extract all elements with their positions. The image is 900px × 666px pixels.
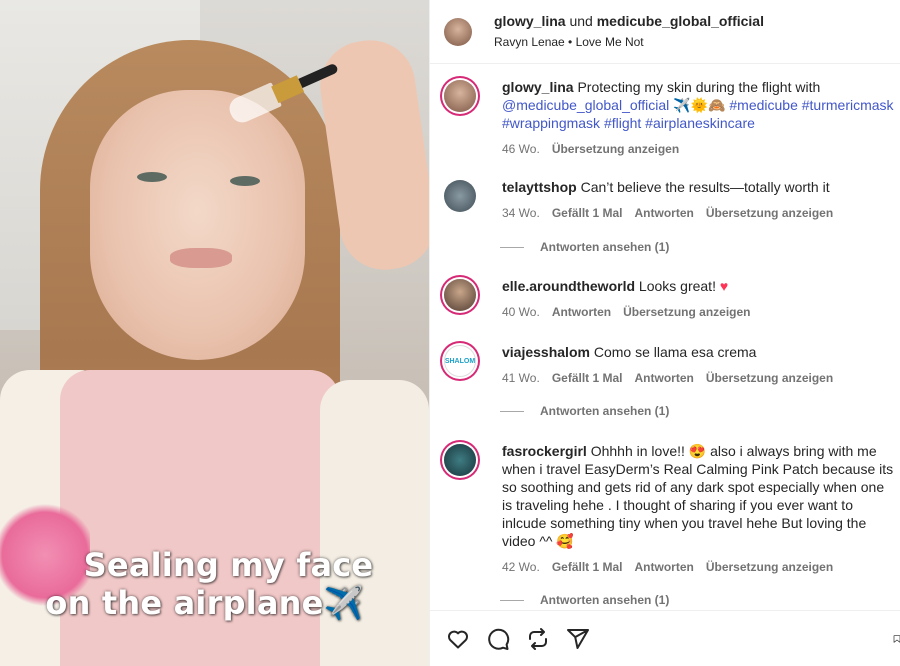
reply-button[interactable]: Antworten bbox=[635, 204, 694, 222]
comment-username[interactable]: elle.aroundtheworld bbox=[502, 278, 635, 294]
likes-count[interactable]: Gefällt 1 Mal bbox=[552, 558, 623, 576]
author-avatar[interactable] bbox=[444, 17, 472, 46]
face bbox=[90, 90, 305, 360]
bookmark-icon[interactable] bbox=[893, 627, 900, 651]
comment-age: 34 Wo. bbox=[502, 206, 540, 220]
lips bbox=[170, 248, 232, 268]
comment-text-line6: video ^^ 🥰 bbox=[502, 533, 574, 549]
share-icon[interactable] bbox=[566, 627, 590, 651]
translate-button[interactable]: Übersetzung anzeigen bbox=[706, 369, 833, 387]
view-replies-button[interactable]: Antworten ansehen (1) bbox=[500, 593, 669, 607]
video-caption-line1: Sealing my face bbox=[83, 546, 374, 584]
heart-icon[interactable] bbox=[446, 627, 470, 651]
caption-comment: glowy_lina Protecting my skin during the… bbox=[444, 78, 894, 158]
post-video[interactable]: Sealing my face on the airplane✈️ bbox=[0, 0, 429, 666]
comment-username[interactable]: fasrockergirl bbox=[502, 443, 587, 459]
avatar[interactable] bbox=[444, 180, 476, 212]
audio-link[interactable]: Ravyn Lenae • Love Me Not bbox=[494, 34, 764, 50]
likes-count[interactable]: Gefällt 1 Mal bbox=[552, 204, 623, 222]
post-header: glowy_lina und medicube_global_official … bbox=[430, 0, 900, 64]
comment-age: 41 Wo. bbox=[502, 371, 540, 385]
likes-count[interactable]: Gefällt 1 Mal bbox=[552, 369, 623, 387]
author-names: glowy_lina und medicube_global_official bbox=[494, 12, 764, 31]
comment-age: 46 Wo. bbox=[502, 142, 540, 156]
comments-list[interactable]: glowy_lina Protecting my skin during the… bbox=[430, 64, 900, 610]
comment-age: 42 Wo. bbox=[502, 560, 540, 574]
right-eye bbox=[230, 176, 260, 186]
reply-button[interactable]: Antworten bbox=[635, 369, 694, 387]
comment-item: elle.aroundtheworld Looks great! ♥ 40 Wo… bbox=[444, 277, 894, 321]
post-actions bbox=[430, 610, 900, 666]
repost-icon[interactable] bbox=[526, 627, 550, 651]
comment-username[interactable]: viajesshalom bbox=[502, 344, 590, 360]
translate-button[interactable]: Übersetzung anzeigen bbox=[623, 303, 750, 321]
comment-username[interactable]: glowy_lina bbox=[502, 79, 574, 95]
hashtags-line1[interactable]: #medicube #turmericmask bbox=[729, 97, 893, 113]
comment-text: Como se llama esa crema bbox=[593, 344, 757, 360]
comment-text-line1: Ohhhh in love!! 😍 also i always bring wi… bbox=[590, 443, 877, 459]
author-connector: und bbox=[565, 13, 597, 30]
avatar[interactable]: SHALOM bbox=[444, 345, 476, 377]
avatar[interactable] bbox=[444, 444, 476, 476]
view-replies-button[interactable]: Antworten ansehen (1) bbox=[500, 404, 669, 418]
translate-button[interactable]: Übersetzung anzeigen bbox=[706, 204, 833, 222]
comment-text-line2: when i travel EasyDerm’s Real Calming Pi… bbox=[502, 461, 894, 477]
translate-button[interactable]: Übersetzung anzeigen bbox=[706, 558, 833, 576]
comment-text-line4: is traveling hehe . I thought of sharing… bbox=[502, 497, 853, 513]
post-sidebar: glowy_lina und medicube_global_official … bbox=[429, 0, 900, 666]
video-caption-line2: on the airplane✈️ bbox=[45, 584, 364, 622]
comment-username[interactable]: telayttshop bbox=[502, 179, 577, 195]
translate-button[interactable]: Übersetzung anzeigen bbox=[552, 140, 679, 158]
reply-button[interactable]: Antworten bbox=[552, 303, 611, 321]
author-username-link[interactable]: glowy_lina bbox=[494, 13, 566, 29]
view-replies-button[interactable]: Antworten ansehen (1) bbox=[500, 240, 669, 254]
post-viewer: Sealing my face on the airplane✈️ glowy_… bbox=[0, 0, 900, 666]
heart-emoji-icon: ♥ bbox=[719, 278, 729, 294]
comment-text-line3: so soothing and gets rid of any dark spo… bbox=[502, 479, 885, 495]
comment-text: Looks great! bbox=[638, 278, 716, 294]
comment-emoji: ✈️🌞🙈 bbox=[673, 97, 726, 113]
mention-link[interactable]: @medicube_global_official bbox=[502, 97, 669, 113]
comment-icon[interactable] bbox=[486, 627, 510, 651]
comment-age: 40 Wo. bbox=[502, 305, 540, 319]
reply-button[interactable]: Antworten bbox=[635, 558, 694, 576]
comment-text: Can’t believe the results—totally worth … bbox=[580, 179, 830, 195]
avatar[interactable] bbox=[444, 80, 476, 112]
cardigan-right bbox=[320, 380, 429, 666]
collab-username-link[interactable]: medicube_global_official bbox=[597, 13, 764, 29]
avatar[interactable] bbox=[444, 279, 476, 311]
comment-item: telayttshop Can’t believe the results—to… bbox=[444, 178, 894, 222]
comment-text-line5: inlcude something tiny when you travel h… bbox=[502, 515, 867, 531]
left-eye bbox=[137, 172, 167, 182]
comment-item: SHALOM viajesshalom Como se llama esa cr… bbox=[444, 343, 894, 387]
comment-text: Protecting my skin during the flight wit… bbox=[577, 79, 821, 95]
comment-item: fasrockergirl Ohhhh in love!! 😍 also i a… bbox=[444, 442, 894, 576]
hashtags-line2[interactable]: #wrappingmask #flight #airplaneskincare bbox=[502, 115, 755, 131]
